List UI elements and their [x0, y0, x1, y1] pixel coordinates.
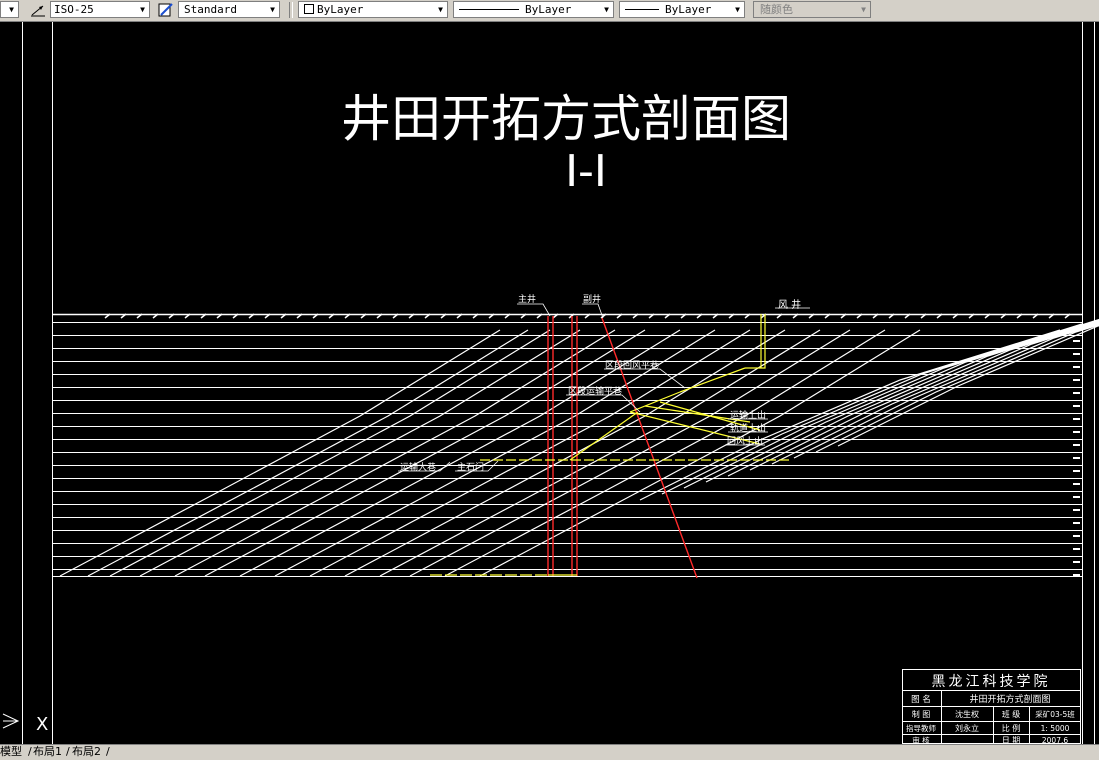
drawing-subtitle: I-I	[565, 146, 607, 197]
elevation-tick	[1073, 405, 1080, 407]
toolbar-separator	[289, 2, 293, 18]
textstyle-value: Standard	[184, 3, 237, 16]
coal-seam-line	[793, 323, 1099, 459]
elevation-tick	[1073, 327, 1080, 329]
ground-surface-line	[53, 313, 1082, 319]
label-main-shaft: 主井	[518, 293, 536, 305]
tb-key-drawn: 制 图	[912, 709, 931, 719]
label-return-uphill: 回风上山	[727, 436, 763, 447]
chevron-down-icon: ▼	[604, 5, 609, 14]
tb-val-scale: 1: 5000	[1041, 724, 1070, 733]
elevation-tick	[1073, 574, 1080, 576]
dimstyle-value: ISO-25	[54, 3, 94, 16]
tb-key-advisor: 指导教师	[906, 723, 936, 733]
label-vent-shaft: 风 井	[778, 298, 801, 311]
elevation-tick	[1073, 366, 1080, 368]
chevron-down-icon: ▼	[735, 5, 740, 14]
chevron-down-icon: ▼	[270, 5, 275, 14]
ucs-icon	[2, 713, 20, 729]
plotstyle-select: 随颜色 ▼	[753, 1, 871, 18]
linetype-select[interactable]: ByLayer ▼	[453, 1, 614, 18]
title-block-school: 黑龙江科技学院	[932, 674, 1051, 690]
tb-val-drawn: 沈生权	[955, 709, 979, 719]
drawing-canvas[interactable]: 井田开拓方式剖面图 I-I 主井 副井 风 井 区段回风平巷 区段运输平巷 运输…	[0, 22, 1099, 745]
tab-layout2[interactable]: 布局2	[72, 745, 101, 759]
tb-val-advisor: 刘永立	[955, 723, 979, 733]
elevation-tick	[1073, 379, 1080, 381]
label-main-haulage: 运输大巷	[400, 461, 436, 473]
elevation-tick	[1073, 444, 1080, 446]
elevation-tick	[1073, 353, 1080, 355]
layout-tabs-bar: 模型 / 布局1 / 布局2 /	[0, 744, 1099, 760]
coal-seam-line	[749, 321, 1099, 471]
lineweight-sample-icon	[625, 9, 659, 10]
label-section-haulage: 区段运输平巷	[568, 385, 622, 397]
elevation-tick	[1073, 561, 1080, 563]
layer-color-value: ByLayer	[317, 3, 364, 16]
properties-toolbar: ▼ ISO-25 ▼ Standard ▼ ByLayer ▼ ByLayer …	[0, 0, 1099, 22]
ucs-x-label: X	[36, 714, 48, 735]
elevation-tick	[1073, 509, 1080, 511]
horizontal-strata-lines	[53, 322, 1082, 577]
plotstyle-value: 随颜色	[760, 3, 793, 16]
elevation-tick	[1073, 548, 1080, 550]
drawing-title: 井田开拓方式剖面图	[341, 90, 791, 148]
tb-key-review: 审 核	[912, 735, 930, 744]
chevron-down-icon: ▼	[861, 5, 866, 14]
elevation-tick	[1073, 522, 1080, 524]
tb-key-name: 图 名	[911, 694, 931, 705]
label-haulage-uphill: 运输上山	[730, 409, 766, 421]
tab-layout1[interactable]: 布局1	[33, 745, 62, 759]
elevation-tick	[1073, 496, 1080, 498]
elevation-tick	[1073, 431, 1080, 433]
dimstyle-dropdown-arrow[interactable]: ▼	[0, 1, 19, 18]
tb-key-date: 日 期	[1002, 736, 1021, 744]
elevation-tick	[1073, 340, 1080, 342]
tb-val-class: 采矿03-5班	[1035, 709, 1075, 719]
linetype-sample-icon	[459, 9, 519, 10]
elevation-tick	[1073, 483, 1080, 485]
tab-separator: /	[66, 745, 70, 758]
tab-model[interactable]: 模型	[0, 745, 22, 759]
elevation-tick	[1073, 470, 1080, 472]
textstyle-select[interactable]: Standard ▼	[178, 1, 280, 18]
elevation-tick	[1073, 392, 1080, 394]
text-style-icon[interactable]	[158, 2, 174, 18]
drawing-svg: 井田开拓方式剖面图 I-I 主井 副井 风 井 区段回风平巷 区段运输平巷 运输…	[2, 22, 1099, 745]
lineweight-select[interactable]: ByLayer ▼	[619, 1, 745, 18]
tab-separator: /	[106, 745, 110, 758]
title-block: 黑龙江科技学院 图 名 井田开拓方式剖面图 制 图 沈生权 班 级 采矿03-5…	[902, 669, 1081, 745]
tb-val-name: 井田开拓方式剖面图	[969, 693, 1050, 705]
linetype-value: ByLayer	[525, 3, 572, 16]
dimstyle-select[interactable]: ISO-25 ▼	[50, 1, 150, 18]
label-aux-shaft: 副井	[583, 293, 601, 305]
elevation-tick	[1073, 457, 1080, 459]
layer-color-select[interactable]: ByLayer ▼	[298, 1, 448, 18]
elevation-ticks	[1073, 327, 1080, 576]
fault-line	[601, 317, 698, 579]
chevron-down-icon: ▼	[438, 5, 443, 14]
label-main-crosscut: 主石门	[457, 461, 484, 473]
dimension-style-icon[interactable]	[30, 2, 46, 18]
elevation-tick	[1073, 418, 1080, 420]
color-swatch-icon	[304, 4, 314, 14]
chevron-down-icon: ▼	[9, 5, 14, 14]
tb-key-class: 班 级	[1002, 709, 1021, 719]
elevation-tick	[1073, 535, 1080, 537]
label-section-return: 区段回风平巷	[605, 359, 659, 371]
tb-val-date: 2007.6	[1042, 736, 1068, 744]
label-track-uphill: 轨道上山	[730, 422, 766, 434]
tb-key-scale: 比 例	[1002, 723, 1021, 733]
lineweight-value: ByLayer	[665, 3, 712, 16]
tab-separator: /	[28, 745, 32, 758]
chevron-down-icon: ▼	[140, 5, 145, 14]
